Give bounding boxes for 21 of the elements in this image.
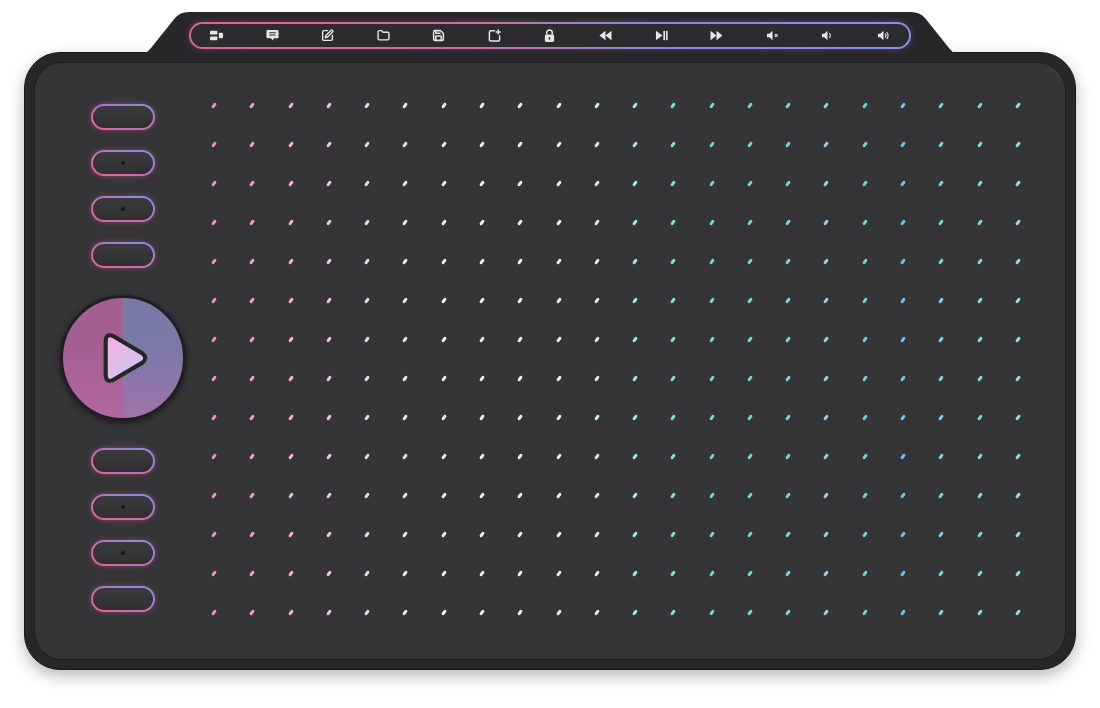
express-key[interactable]	[91, 448, 155, 474]
mute-icon[interactable]	[765, 29, 779, 42]
save-icon[interactable]	[432, 29, 446, 42]
dial-center-button[interactable]	[102, 332, 148, 384]
express-key[interactable]	[91, 242, 155, 268]
folder-icon[interactable]	[376, 29, 390, 42]
edit-icon[interactable]	[321, 29, 335, 42]
fast-forward-icon[interactable]	[710, 29, 724, 42]
express-key[interactable]	[91, 494, 155, 520]
express-key[interactable]	[91, 540, 155, 566]
volume-high-icon[interactable]	[876, 29, 890, 42]
rewind-icon[interactable]	[599, 29, 613, 42]
express-key[interactable]	[91, 150, 155, 176]
add-square-icon[interactable]	[487, 29, 501, 42]
express-key[interactable]	[91, 104, 155, 130]
play-pause-icon[interactable]	[654, 29, 668, 42]
express-key[interactable]	[91, 586, 155, 612]
display-icon[interactable]	[210, 29, 223, 42]
message-icon[interactable]	[265, 29, 279, 42]
lock-icon[interactable]	[543, 29, 557, 42]
express-key[interactable]	[91, 196, 155, 222]
